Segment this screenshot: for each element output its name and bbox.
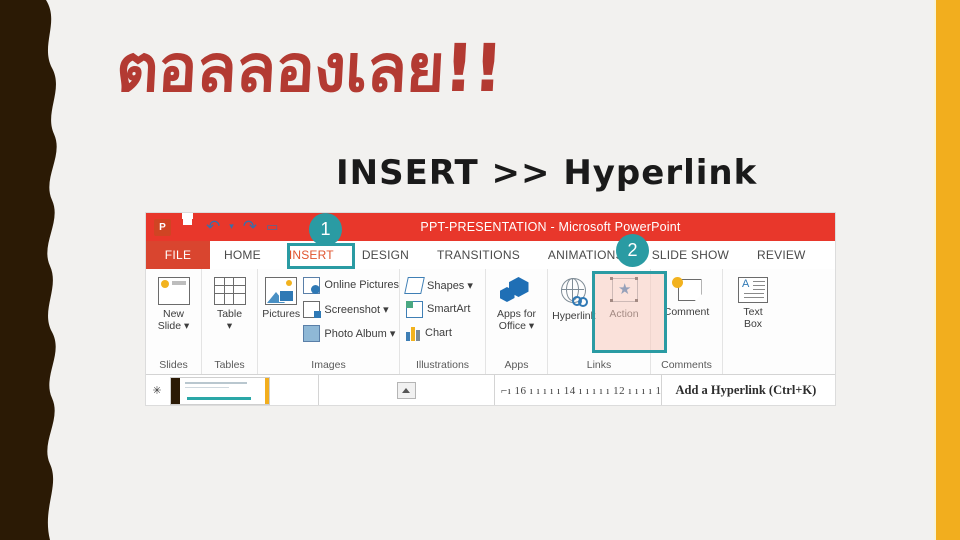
slide-star-icon: ✳ [152, 385, 162, 397]
smartart-icon [406, 300, 423, 318]
apps-for-office-button[interactable]: Apps for Office ▾ [486, 273, 547, 332]
ribbon-group-slides: New Slide ▾ Slides [146, 269, 202, 374]
undo-icon[interactable]: ↶ [206, 218, 220, 236]
new-slide-button[interactable]: New Slide ▾ [146, 273, 201, 332]
ribbon-body: New Slide ▾ Slides Table ▾ Tables Pictur… [146, 269, 835, 375]
redo-icon[interactable]: ↷ [243, 218, 257, 236]
slide-right-yellow-border [936, 0, 960, 540]
group-label-links: Links [586, 359, 612, 371]
hyperlink-tooltip: Add a Hyperlink (Ctrl+K) [661, 375, 835, 405]
group-label-slides: Slides [159, 359, 188, 371]
powerpoint-screenshot: PPT-PRESENTATION - Microsoft PowerPoint … [146, 213, 835, 405]
ribbon-group-text: A Text Box [723, 269, 783, 374]
tab-home[interactable]: HOME [210, 241, 275, 269]
tab-transitions[interactable]: TRANSITIONS [423, 241, 534, 269]
group-label-illustrations: Illustrations [415, 359, 470, 371]
pictures-button[interactable]: Pictures [261, 273, 301, 320]
chart-icon [406, 326, 421, 341]
ribbon-tab-strip: FILE HOME INSERT DESIGN TRANSITIONS ANIM… [146, 241, 835, 270]
tab-design[interactable]: DESIGN [348, 241, 423, 269]
photo-album-label: Photo Album ▾ [324, 327, 396, 340]
table-icon [213, 277, 246, 305]
tab-slide-show[interactable]: SLIDE SHOW [638, 241, 743, 269]
slide-thumbnail-pane[interactable]: ✳ [146, 375, 319, 405]
slide-subtitle: INSERT >> Hyperlink [336, 153, 758, 193]
table-label-line2: ▾ [226, 320, 233, 332]
undo-dropdown-icon[interactable]: ▾ [229, 219, 234, 236]
apps-for-office-icon [499, 277, 534, 305]
text-box-icon: A [738, 277, 768, 303]
slide-thumbnail[interactable] [170, 376, 270, 405]
shapes-button[interactable]: Shapes ▾ [404, 274, 473, 296]
comment-label: Comment [663, 306, 710, 318]
new-slide-icon [157, 277, 190, 305]
hyperlink-label: Hyperlink [552, 310, 596, 322]
start-slideshow-icon[interactable]: ▭ [266, 219, 278, 236]
hyperlink-icon [558, 277, 590, 307]
apps-label-line1: Apps for [496, 308, 537, 320]
ribbon-group-tables: Table ▾ Tables [202, 269, 258, 374]
shapes-label: Shapes ▾ [427, 279, 473, 292]
hyperlink-highlight-box [592, 271, 667, 353]
ribbon-group-illustrations: Shapes ▾ SmartArt Chart Illustrations [400, 269, 486, 374]
photo-album-button[interactable]: Photo Album ▾ [301, 322, 399, 344]
powerpoint-logo-icon: P [154, 218, 171, 236]
text-box-button[interactable]: A Text Box [723, 273, 783, 330]
powerpoint-title-bar: PPT-PRESENTATION - Microsoft PowerPoint … [146, 213, 835, 241]
photo-album-icon [303, 324, 321, 342]
slide-left-wave-border [0, 0, 72, 540]
ribbon-group-apps: Apps for Office ▾ Apps [486, 269, 548, 374]
chart-label: Chart [425, 327, 452, 339]
scroll-up-button[interactable] [397, 382, 416, 399]
group-label-tables: Tables [214, 359, 245, 371]
group-label-apps: Apps [504, 359, 529, 371]
scroll-up-pane [319, 375, 495, 405]
table-label-line1: Table [216, 308, 243, 320]
tab-file[interactable]: FILE [146, 241, 210, 269]
screenshot-icon [303, 300, 322, 318]
powerpoint-bottom-strip: ✳ ⌐ı 16 ı ı ı ı ı 14 ı ı ı ı ı 12 ı ı ı … [146, 374, 835, 405]
online-pictures-button[interactable]: Online Pictures [301, 274, 399, 296]
smartart-label: SmartArt [427, 303, 471, 315]
pictures-icon [265, 277, 298, 305]
callout-badge-2: 2 [616, 234, 649, 267]
shapes-icon [404, 276, 425, 294]
horizontal-ruler[interactable]: ⌐ı 16 ı ı ı ı ı 14 ı ı ı ı ı 12 ı ı ı ı … [495, 375, 662, 405]
callout-badge-1: 1 [309, 213, 342, 246]
group-label-comments: Comments [661, 359, 712, 371]
insert-tab-highlight-box [287, 243, 355, 269]
text-box-label-line2: Box [743, 318, 763, 330]
new-slide-label-line1: New [162, 308, 184, 320]
apps-label-line2: Office ▾ [498, 320, 535, 332]
group-label-text [723, 357, 783, 374]
online-pictures-label: Online Pictures [324, 279, 399, 291]
smartart-button[interactable]: SmartArt [404, 298, 473, 320]
text-box-label-line1: Text [743, 306, 763, 318]
ribbon-group-images: Pictures Online Pictures Screenshot ▾ Ph… [258, 269, 400, 374]
online-pictures-icon [303, 276, 321, 294]
group-label-images: Images [311, 359, 346, 371]
tab-review[interactable]: REVIEW [743, 241, 820, 269]
screenshot-label: Screenshot ▾ [324, 303, 389, 316]
save-icon[interactable] [180, 219, 197, 236]
pictures-label: Pictures [262, 308, 301, 320]
table-button[interactable]: Table ▾ [202, 273, 257, 332]
screenshot-button[interactable]: Screenshot ▾ [301, 298, 399, 320]
chart-button[interactable]: Chart [404, 322, 473, 344]
new-slide-label-line2: Slide ▾ [157, 320, 190, 332]
slide-title: ตอลลองเลย!! [114, 30, 505, 107]
comment-icon [671, 277, 702, 303]
